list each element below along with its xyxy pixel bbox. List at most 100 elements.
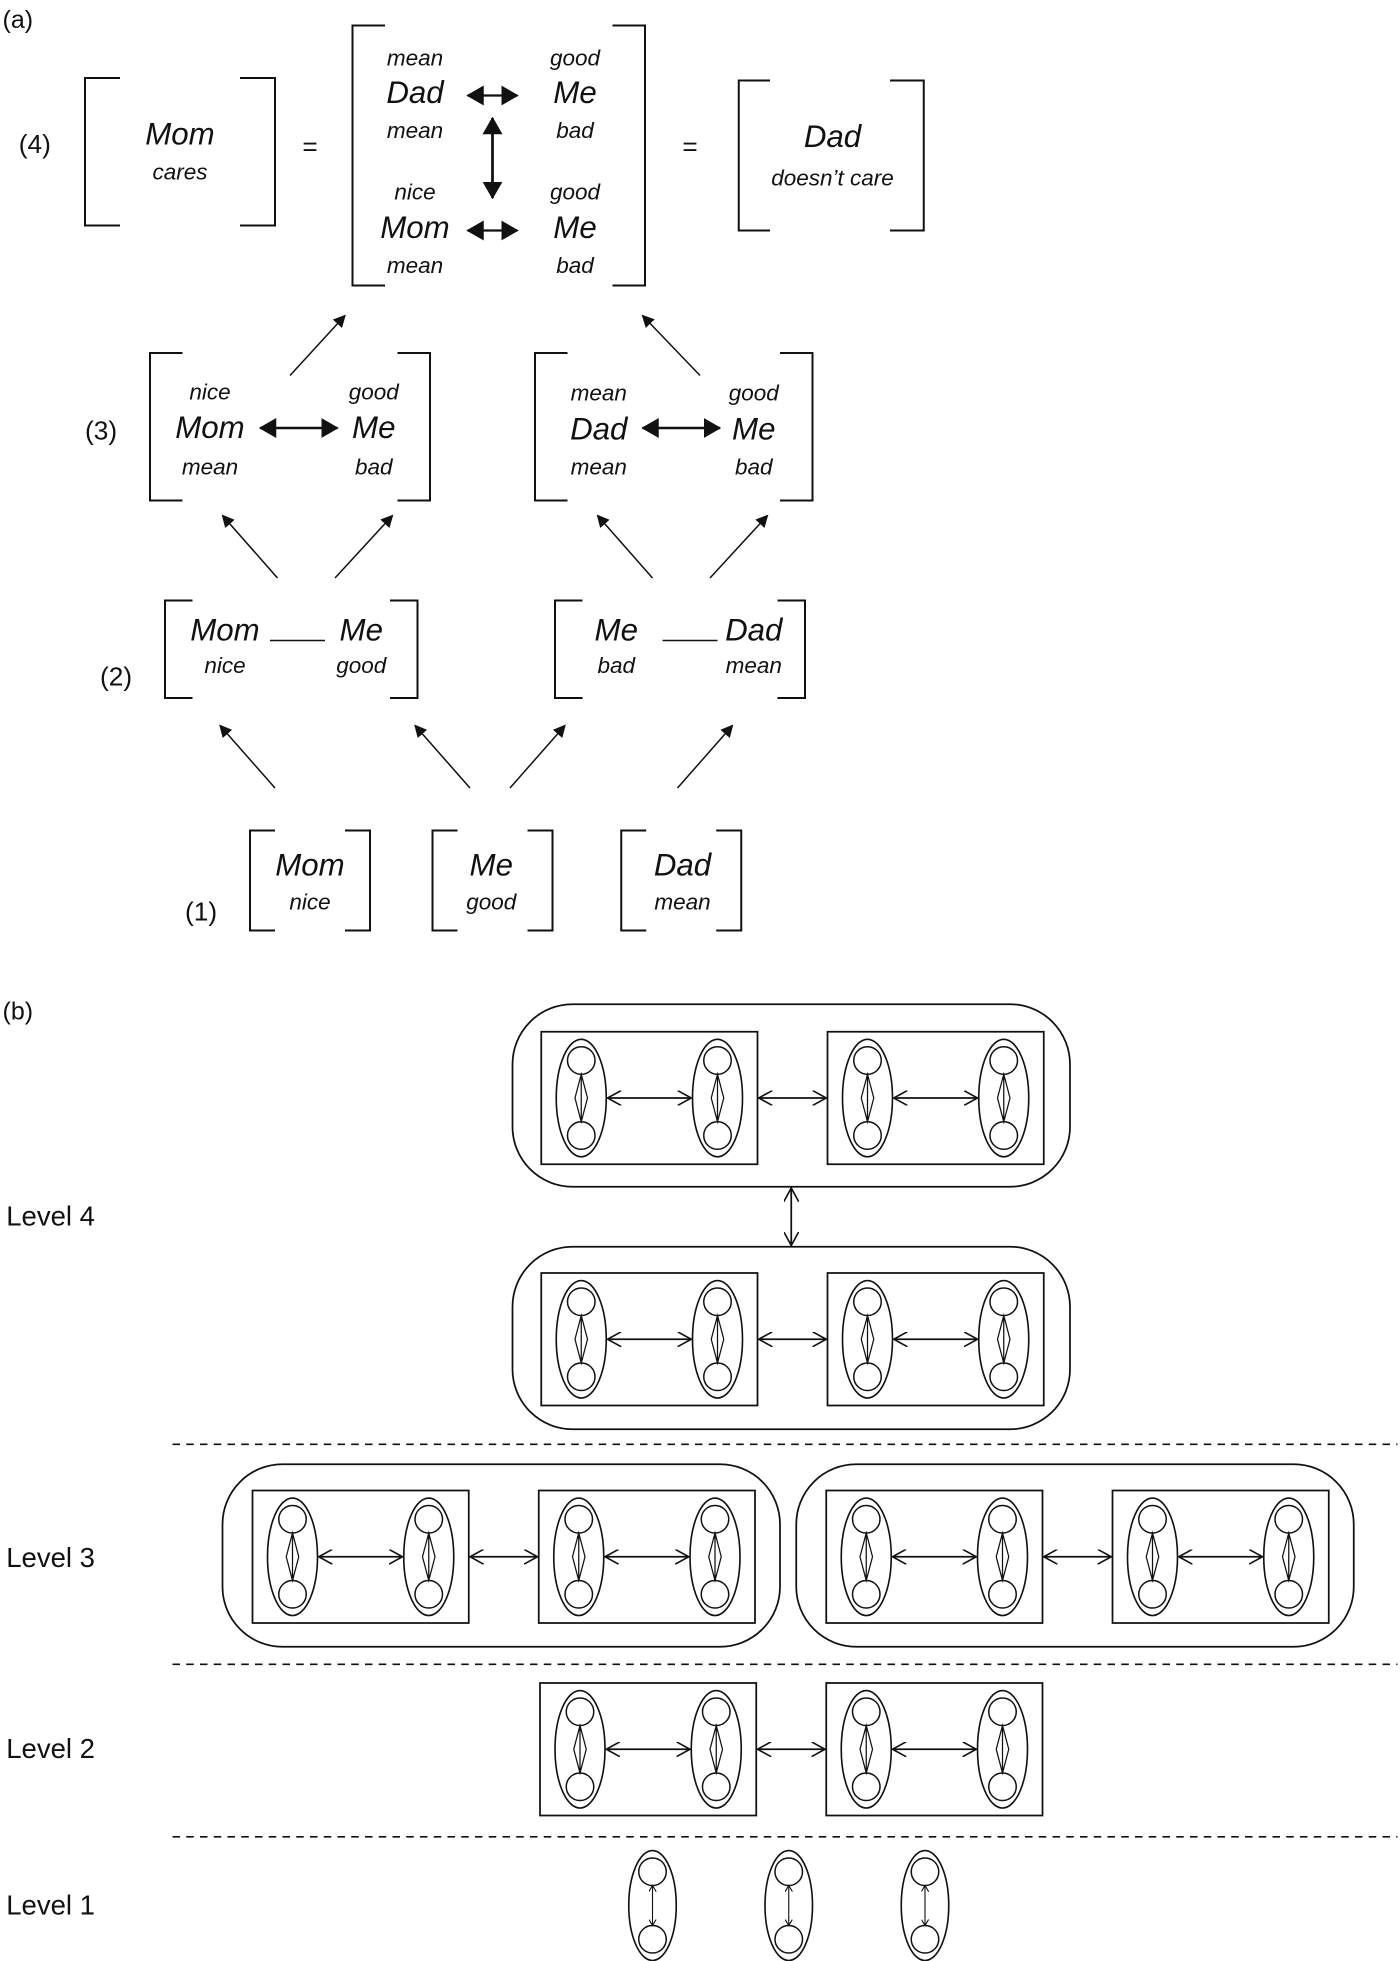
trait: nice xyxy=(204,653,245,678)
node-circle xyxy=(278,1579,307,1609)
bracket-dad-me-relation: mean Dad mean good Me bad xyxy=(534,352,814,502)
inner-arrow-icon xyxy=(1281,1530,1296,1583)
person: Dad xyxy=(654,848,713,883)
inner-arrow-icon xyxy=(421,1530,436,1583)
node-circle xyxy=(988,1772,1017,1802)
inner-arrow-icon xyxy=(1145,1530,1160,1583)
node-circle xyxy=(910,1857,940,1887)
group-container xyxy=(511,1245,1071,1431)
node-circle xyxy=(700,1579,730,1609)
bracket-dad: Dad mean xyxy=(620,829,743,932)
node-circle xyxy=(989,1287,1019,1317)
node-circle xyxy=(701,1772,731,1802)
level-1-title: Level 1 xyxy=(6,1889,95,1920)
level-3-title: Level 3 xyxy=(6,1542,95,1573)
node-circle xyxy=(701,1697,731,1727)
node-circle xyxy=(278,1504,307,1534)
equals-sign-left: = xyxy=(302,132,317,162)
group-container xyxy=(221,1463,781,1648)
bracket-mom: Mom nice xyxy=(249,829,371,932)
inner-arrow-icon xyxy=(996,1313,1011,1366)
me-top-trait: good xyxy=(550,46,602,71)
me-bottom-trait-2: bad xyxy=(556,253,595,278)
node-circle xyxy=(564,1504,594,1534)
arrow-icon xyxy=(414,724,471,789)
node-circle xyxy=(988,1697,1017,1727)
arrow-icon xyxy=(676,724,734,789)
bracket-mom-me-link: Mom nice Me good xyxy=(164,599,419,699)
hierarchy-shapes xyxy=(221,1003,1355,1961)
arrow-icon xyxy=(709,514,769,579)
node-circle xyxy=(1274,1504,1304,1534)
node-circle xyxy=(910,1924,940,1954)
person: Me xyxy=(340,613,383,648)
dad-top-trait: mean xyxy=(387,46,443,71)
mom-main-2: Mom xyxy=(380,210,449,245)
arrow-icon xyxy=(219,724,276,789)
mom-bottom-trait: mean xyxy=(387,253,443,278)
person: Me xyxy=(732,411,775,446)
mom-main: Mom xyxy=(145,116,214,151)
level-2-label: (2) xyxy=(100,662,132,692)
inner-arrow-icon xyxy=(860,1071,875,1125)
bracket-mom-cares: Mom cares xyxy=(84,76,276,227)
node-circle xyxy=(989,1362,1019,1392)
node-circle xyxy=(414,1579,444,1609)
person: Dad xyxy=(725,613,784,648)
inner-arrow-icon xyxy=(571,1530,586,1583)
arrow-icon xyxy=(509,724,566,789)
node-circle xyxy=(774,1924,804,1954)
person: Me xyxy=(352,410,395,445)
trait: bad xyxy=(597,653,636,678)
trait: mean xyxy=(182,454,238,479)
inner-arrow-icon xyxy=(574,1071,589,1125)
equals-sign-right: = xyxy=(682,132,697,162)
me-main-2: Me xyxy=(553,210,596,245)
level-4-label: (4) xyxy=(19,129,51,159)
bracket-me-dad-link: Me bad Dad mean xyxy=(554,599,806,699)
trait: mean xyxy=(726,653,782,678)
level-4-title: Level 4 xyxy=(6,1201,95,1232)
inner-arrow-icon xyxy=(573,1723,587,1776)
level-2-title: Level 2 xyxy=(6,1733,95,1764)
node-circle xyxy=(853,1121,882,1150)
node-circle xyxy=(566,1121,596,1150)
panel-b-label: (b) xyxy=(3,997,34,1025)
mom-sub: cares xyxy=(152,159,207,184)
inner-arrow-icon xyxy=(995,1530,1010,1583)
arrow-icon xyxy=(334,514,394,579)
person: Mom xyxy=(190,613,259,648)
inner-arrow-icon xyxy=(995,1723,1010,1776)
node-circle xyxy=(851,1504,881,1534)
person: Mom xyxy=(175,410,244,445)
diagram: (a) (4) Mom cares = mean Dad mean good M… xyxy=(3,6,1398,1961)
inner-arrow-icon xyxy=(708,1530,722,1583)
node-circle xyxy=(703,1362,732,1392)
trait: bad xyxy=(735,454,774,479)
person: Me xyxy=(595,613,638,648)
dad-main: Dad xyxy=(386,75,445,110)
trait: good xyxy=(336,653,388,678)
arrow-icon xyxy=(641,314,701,377)
node-circle xyxy=(703,1287,732,1317)
person: Me xyxy=(470,848,513,883)
node-circle xyxy=(853,1362,882,1392)
trait: bad xyxy=(355,454,394,479)
node-circle xyxy=(565,1772,595,1802)
node-circle xyxy=(564,1579,594,1609)
inner-arrow-icon xyxy=(710,1071,725,1125)
node-circle xyxy=(1138,1579,1167,1609)
node-circle xyxy=(1138,1504,1167,1534)
trait: good xyxy=(466,889,518,914)
level-1-label: (1) xyxy=(185,897,217,927)
trait: good xyxy=(729,381,781,406)
inner-arrow-icon xyxy=(709,1723,724,1776)
dad-main-right: Dad xyxy=(804,119,863,154)
inner-arrow-icon xyxy=(859,1723,874,1776)
me-main: Me xyxy=(553,75,596,110)
node-circle xyxy=(566,1046,596,1075)
node-circle xyxy=(988,1579,1017,1609)
inner-arrow-icon xyxy=(285,1530,300,1583)
node-circle xyxy=(851,1697,881,1727)
node-circle xyxy=(1274,1579,1304,1609)
